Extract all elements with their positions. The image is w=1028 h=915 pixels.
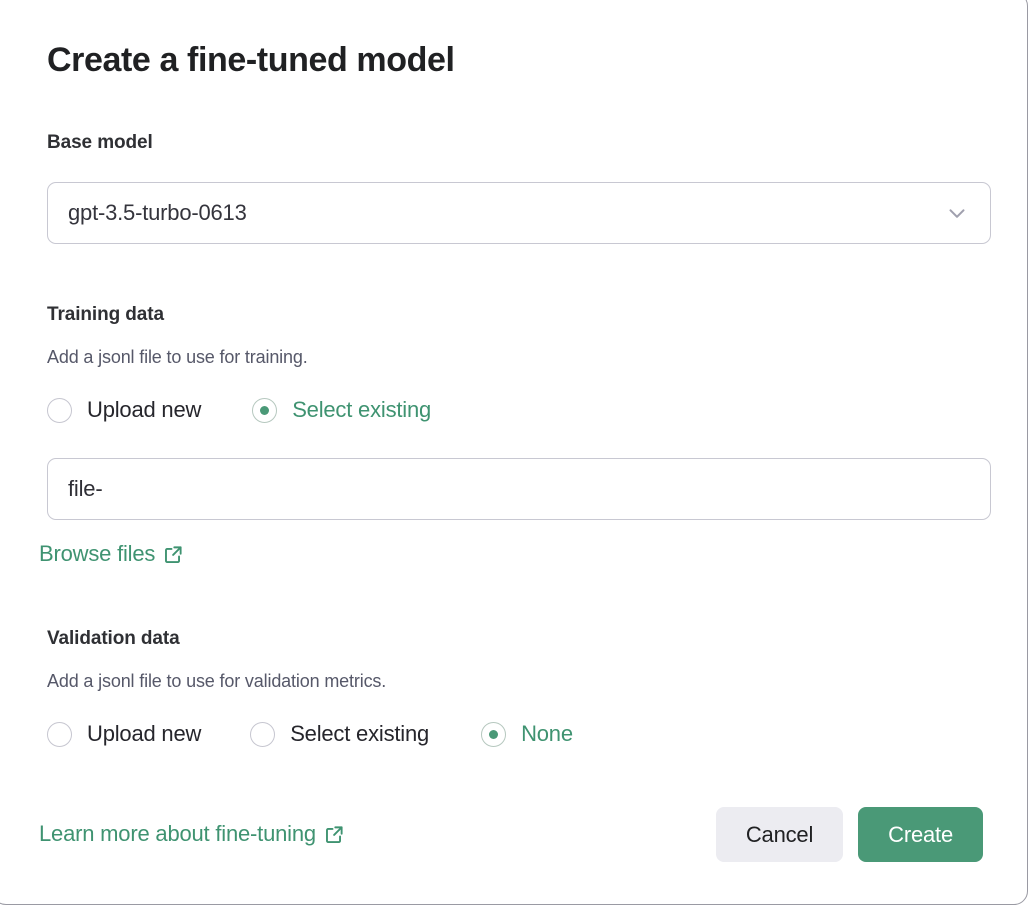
training-data-option-select-existing[interactable]: Select existing: [252, 397, 431, 423]
page-title: Create a fine-tuned model: [47, 41, 455, 80]
external-link-icon: [164, 545, 183, 564]
base-model-select[interactable]: gpt-3.5-turbo-0613: [47, 182, 991, 244]
chevron-down-icon: [944, 200, 970, 226]
validation-data-option-upload-new[interactable]: Upload new: [47, 721, 201, 747]
radio-icon: [47, 722, 72, 747]
radio-label: None: [521, 721, 573, 747]
browse-files-link[interactable]: Browse files: [39, 541, 183, 567]
training-data-label: Training data: [47, 304, 164, 326]
learn-more-link[interactable]: Learn more about fine-tuning: [39, 821, 344, 847]
validation-data-option-select-existing[interactable]: Select existing: [250, 721, 429, 747]
create-button[interactable]: Create: [858, 807, 983, 862]
learn-more-label: Learn more about fine-tuning: [39, 821, 316, 847]
radio-icon: [250, 722, 275, 747]
radio-icon: [47, 398, 72, 423]
radio-label: Select existing: [292, 397, 431, 423]
radio-label: Upload new: [87, 721, 201, 747]
base-model-selected-value: gpt-3.5-turbo-0613: [68, 200, 944, 226]
create-fine-tuned-model-dialog: Create a fine-tuned model Base model gpt…: [0, 0, 1028, 905]
training-data-option-upload-new[interactable]: Upload new: [47, 397, 201, 423]
training-file-input[interactable]: file-: [47, 458, 991, 520]
external-link-icon: [325, 825, 344, 844]
radio-label: Upload new: [87, 397, 201, 423]
training-data-description: Add a jsonl file to use for training.: [47, 347, 308, 368]
validation-data-option-none[interactable]: None: [481, 721, 573, 747]
radio-icon: [252, 398, 277, 423]
browse-files-label: Browse files: [39, 541, 155, 567]
dialog-body: Create a fine-tuned model Base model gpt…: [1, 1, 1021, 898]
validation-data-description: Add a jsonl file to use for validation m…: [47, 671, 386, 692]
radio-icon: [481, 722, 506, 747]
validation-data-label: Validation data: [47, 628, 180, 650]
base-model-label: Base model: [47, 132, 153, 154]
training-file-value: file-: [68, 476, 970, 502]
validation-data-radio-group: Upload new Select existing None: [47, 721, 573, 747]
radio-label: Select existing: [290, 721, 429, 747]
cancel-button[interactable]: Cancel: [716, 807, 843, 862]
dialog-actions: Cancel Create: [716, 807, 983, 862]
training-data-radio-group: Upload new Select existing: [47, 397, 431, 423]
